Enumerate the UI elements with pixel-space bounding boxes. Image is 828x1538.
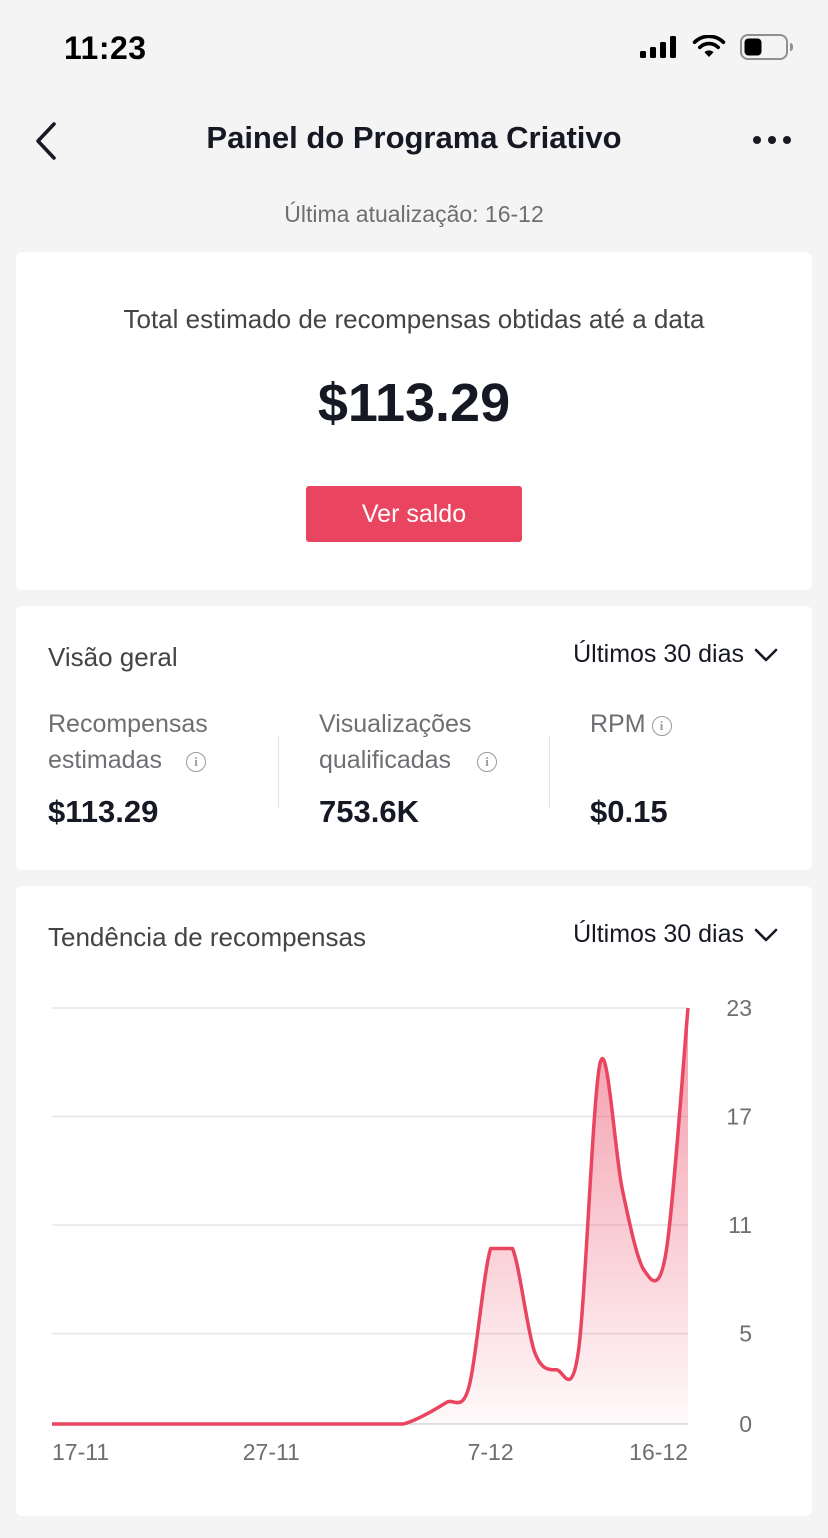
x-tick-label: 7-12: [468, 1439, 514, 1465]
x-tick-label: 17-11: [52, 1439, 109, 1465]
series-area: [52, 1008, 688, 1424]
overview-range-dropdown[interactable]: Últimos 30 dias: [573, 640, 778, 669]
metric-label: Visualizações qualificadas: [319, 710, 472, 774]
chevron-down-icon: [754, 648, 778, 661]
status-bar: 11:23: [0, 0, 828, 96]
info-icon[interactable]: i: [477, 752, 497, 772]
rewards-trend-chart: 0 5 11 17 23 17-11 27-11 7-12 16-12: [52, 995, 752, 1465]
y-tick-label: 0: [739, 1411, 752, 1437]
overview-card: Visão geral Últimos 30 dias Recompensas …: [16, 606, 812, 870]
metric-value: 753.6K: [319, 794, 419, 829]
overview-title: Visão geral: [48, 642, 178, 672]
summary-label: Total estimado de recompensas obtidas at…: [123, 304, 705, 334]
wifi-icon: [692, 35, 726, 57]
view-balance-button[interactable]: Ver saldo: [306, 486, 522, 542]
y-tick-label: 11: [728, 1212, 752, 1238]
metric-label: Recompensas estimadas: [48, 710, 208, 774]
y-tick-label: 23: [726, 995, 752, 1021]
status-time: 11:23: [64, 30, 147, 66]
more-button[interactable]: [752, 126, 792, 156]
y-tick-label: 5: [739, 1321, 752, 1347]
rewards-summary-card: Total estimado de recompensas obtidas at…: [16, 252, 812, 590]
info-icon[interactable]: i: [186, 752, 206, 772]
rewards-trend-card: Tendência de recompensas Últimos 30 dias…: [16, 886, 812, 1516]
info-icon[interactable]: i: [651, 716, 672, 736]
metric-label: RPM: [590, 710, 646, 738]
nav-bar: Painel do Programa Criativo: [0, 96, 828, 186]
x-tick-label: 16-12: [629, 1439, 688, 1465]
signal-icon: [640, 36, 676, 58]
more-icon: [753, 136, 791, 144]
metric-rpm: RPM i $0.15: [590, 706, 820, 829]
battery-icon: [740, 34, 793, 60]
last-updated: Última atualização: 16-12: [284, 201, 544, 227]
y-tick-label: 17: [726, 1104, 752, 1130]
summary-amount: $113.29: [317, 373, 511, 433]
metric-estimated-rewards: Recompensas estimadas i $113.29: [48, 706, 278, 829]
metric-divider: [278, 736, 279, 808]
metric-value: $0.15: [590, 794, 668, 829]
overview-range-label: Últimos 30 dias: [573, 640, 744, 668]
metric-divider: [549, 736, 550, 808]
metric-value: $113.29: [48, 794, 159, 829]
x-tick-label: 27-11: [243, 1439, 300, 1465]
page-title: Painel do Programa Criativo: [206, 120, 622, 155]
status-icons: [640, 34, 794, 60]
metric-qualified-views: Visualizações qualificadas i 753.6K: [319, 706, 549, 829]
